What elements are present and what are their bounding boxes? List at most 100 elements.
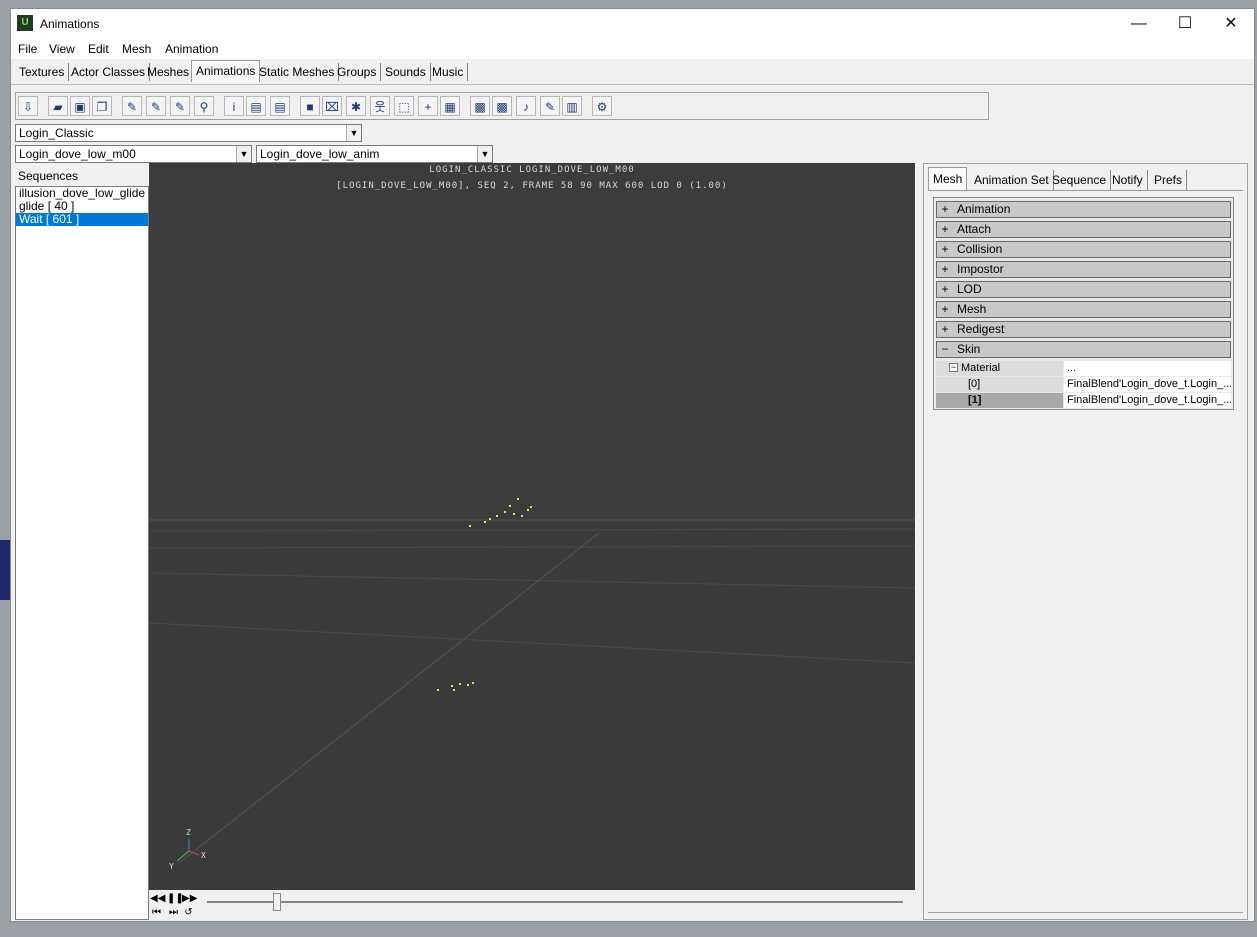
collision-icon[interactable]: ▦ [440, 96, 460, 116]
window-title: Animations [40, 17, 100, 31]
minimize-button[interactable]: — [1116, 9, 1162, 39]
anim-props-icon[interactable]: ▤ [270, 96, 290, 116]
category-skin[interactable]: − Skin [936, 341, 1231, 358]
open-icon[interactable]: ▰ [48, 96, 68, 116]
category-collision[interactable]: + Collision [936, 241, 1231, 258]
menu-edit[interactable]: Edit [88, 42, 109, 56]
expand-icon[interactable]: + [940, 242, 950, 257]
chevron-down-icon[interactable]: ▼ [477, 146, 492, 162]
pivot-icon[interactable]: + [418, 96, 438, 116]
box-icon[interactable]: ⬚ [394, 96, 414, 116]
import-icon[interactable]: ⇩ [18, 96, 38, 116]
first-frame-icon[interactable]: ⏮ [150, 906, 163, 919]
floor-plane [149, 519, 915, 890]
menu-mesh[interactable]: Mesh [122, 42, 151, 56]
chevron-down-icon[interactable]: ▼ [346, 125, 361, 141]
skeleton-icon[interactable]: 웃 [370, 96, 390, 116]
category-impostor[interactable]: + Impostor [936, 261, 1231, 278]
tab-actor-classes[interactable]: Actor Classes [67, 63, 151, 81]
wireframe-icon[interactable]: ⌧ [322, 96, 342, 116]
category-redigest[interactable]: + Redigest [936, 321, 1231, 338]
info-icon[interactable]: i [224, 96, 244, 116]
lod-icon[interactable]: ▥ [562, 96, 582, 116]
playback-bar: ◀◀ ❚❚ ▶▶ ⏮ ⏭ ↺ [149, 890, 915, 920]
property-value[interactable]: FinalBlend'Login_dove_t.Login_... [1064, 377, 1231, 392]
collapse-icon[interactable]: − [940, 342, 950, 357]
link-icon[interactable]: ⚲ [194, 96, 214, 116]
category-attach[interactable]: + Attach [936, 221, 1231, 238]
bones-icon[interactable]: ✱ [346, 96, 366, 116]
mesh-combo[interactable]: Login_dove_low_m00 ▼ [15, 145, 252, 163]
sequence-edit-icon[interactable]: ✎ [540, 96, 560, 116]
expand-icon[interactable]: + [940, 262, 950, 277]
edit-mesh-icon[interactable]: ✎ [122, 96, 142, 116]
expand-icon[interactable]: + [940, 302, 950, 317]
tab-meshes[interactable]: Meshes [143, 63, 195, 81]
copy-icon[interactable]: ❐ [92, 96, 112, 116]
collapse-icon[interactable]: − [949, 363, 958, 372]
edit-props-icon[interactable]: ✎ [146, 96, 166, 116]
prop-tab-divider [928, 190, 1243, 191]
axis-y-label: Y [169, 862, 174, 871]
expand-icon[interactable]: + [940, 282, 950, 297]
chevron-down-icon[interactable]: ▼ [236, 146, 251, 162]
mesh-viewport[interactable]: LOGIN_CLASSIC LOGIN_DOVE_LOW_M00 [LOGIN_… [149, 163, 915, 890]
viewport-scene [149, 498, 915, 890]
property-key: [0] [936, 377, 1063, 392]
timeline-slider-thumb[interactable] [272, 893, 281, 911]
digest-icon[interactable]: ▩ [470, 96, 490, 116]
tab-sounds[interactable]: Sounds [381, 63, 431, 81]
property-row-material-1[interactable]: [1] FinalBlend'Login_dove_t.Login_... [936, 393, 1231, 408]
tab-groups[interactable]: Groups [333, 63, 382, 81]
category-animation[interactable]: + Animation [936, 201, 1231, 218]
browser-tabs: Textures Actor Classes Meshes Animations… [11, 59, 1254, 85]
expand-icon[interactable]: + [940, 202, 950, 217]
step-back-icon[interactable]: ◀◀ [150, 892, 165, 905]
list-item-selected[interactable]: Wait [ 601 ] [16, 213, 148, 226]
maximize-button[interactable]: ☐ [1162, 9, 1208, 39]
play-icon[interactable]: ▶▶ [182, 892, 197, 905]
tab-music[interactable]: Music [428, 63, 469, 81]
sequences-list[interactable]: illusion_dove_low_glide [ 40 ] glide [ 4… [15, 186, 149, 920]
expand-icon[interactable]: + [940, 322, 950, 337]
mesh-props-icon[interactable]: ▤ [246, 96, 266, 116]
last-frame-icon[interactable]: ⏭ [167, 906, 180, 919]
close-button[interactable]: ✕ [1208, 9, 1254, 39]
package-combo-value: Login_Classic [19, 126, 94, 140]
edit-anim-icon[interactable]: ✎ [170, 96, 190, 116]
category-mesh[interactable]: + Mesh [936, 301, 1231, 318]
timeline-slider-track[interactable] [207, 901, 903, 903]
app-icon: U [17, 15, 33, 31]
title-bar[interactable]: U Animations — ☐ ✕ [11, 9, 1254, 39]
tab-animation-set[interactable]: Animation Set [970, 170, 1054, 190]
tab-prefs[interactable]: Prefs [1150, 170, 1188, 190]
property-key: [1] [936, 393, 1063, 408]
property-key: − Material [936, 361, 1063, 376]
tab-mesh[interactable]: Mesh [928, 167, 968, 191]
loop-icon[interactable]: ↺ [182, 906, 195, 919]
anim-set-combo[interactable]: Login_dove_low_anim ▼ [256, 145, 493, 163]
property-row-material[interactable]: − Material ... [936, 361, 1231, 376]
pause-icon[interactable]: ❚❚ [167, 892, 184, 905]
desktop-strip [0, 540, 10, 600]
menu-bar: File View Edit Mesh Animation [11, 39, 1254, 59]
tab-sequence[interactable]: Sequence [1048, 170, 1112, 190]
property-value[interactable]: FinalBlend'Login_dove_t.Login_... [1064, 393, 1231, 408]
menu-view[interactable]: View [49, 42, 75, 56]
prefs-icon[interactable]: ⚙ [592, 96, 612, 116]
package-combo[interactable]: Login_Classic ▼ [15, 124, 362, 142]
expand-icon[interactable]: + [940, 222, 950, 237]
menu-animation[interactable]: Animation [165, 42, 218, 56]
tab-notify[interactable]: Notify [1108, 170, 1148, 190]
tab-animations[interactable]: Animations [191, 60, 261, 82]
cube-view-icon[interactable]: ■ [300, 96, 320, 116]
save-icon[interactable]: ▣ [70, 96, 90, 116]
property-row-material-0[interactable]: [0] FinalBlend'Login_dove_t.Login_... [936, 377, 1231, 392]
menu-file[interactable]: File [18, 42, 37, 56]
property-value[interactable]: ... [1064, 361, 1231, 376]
compress-icon[interactable]: ▩ [492, 96, 512, 116]
notify-icon[interactable]: ♪ [516, 96, 536, 116]
tab-textures[interactable]: Textures [15, 63, 70, 81]
category-lod[interactable]: + LOD [936, 281, 1231, 298]
tab-static-meshes[interactable]: Static Meshes [255, 63, 340, 81]
